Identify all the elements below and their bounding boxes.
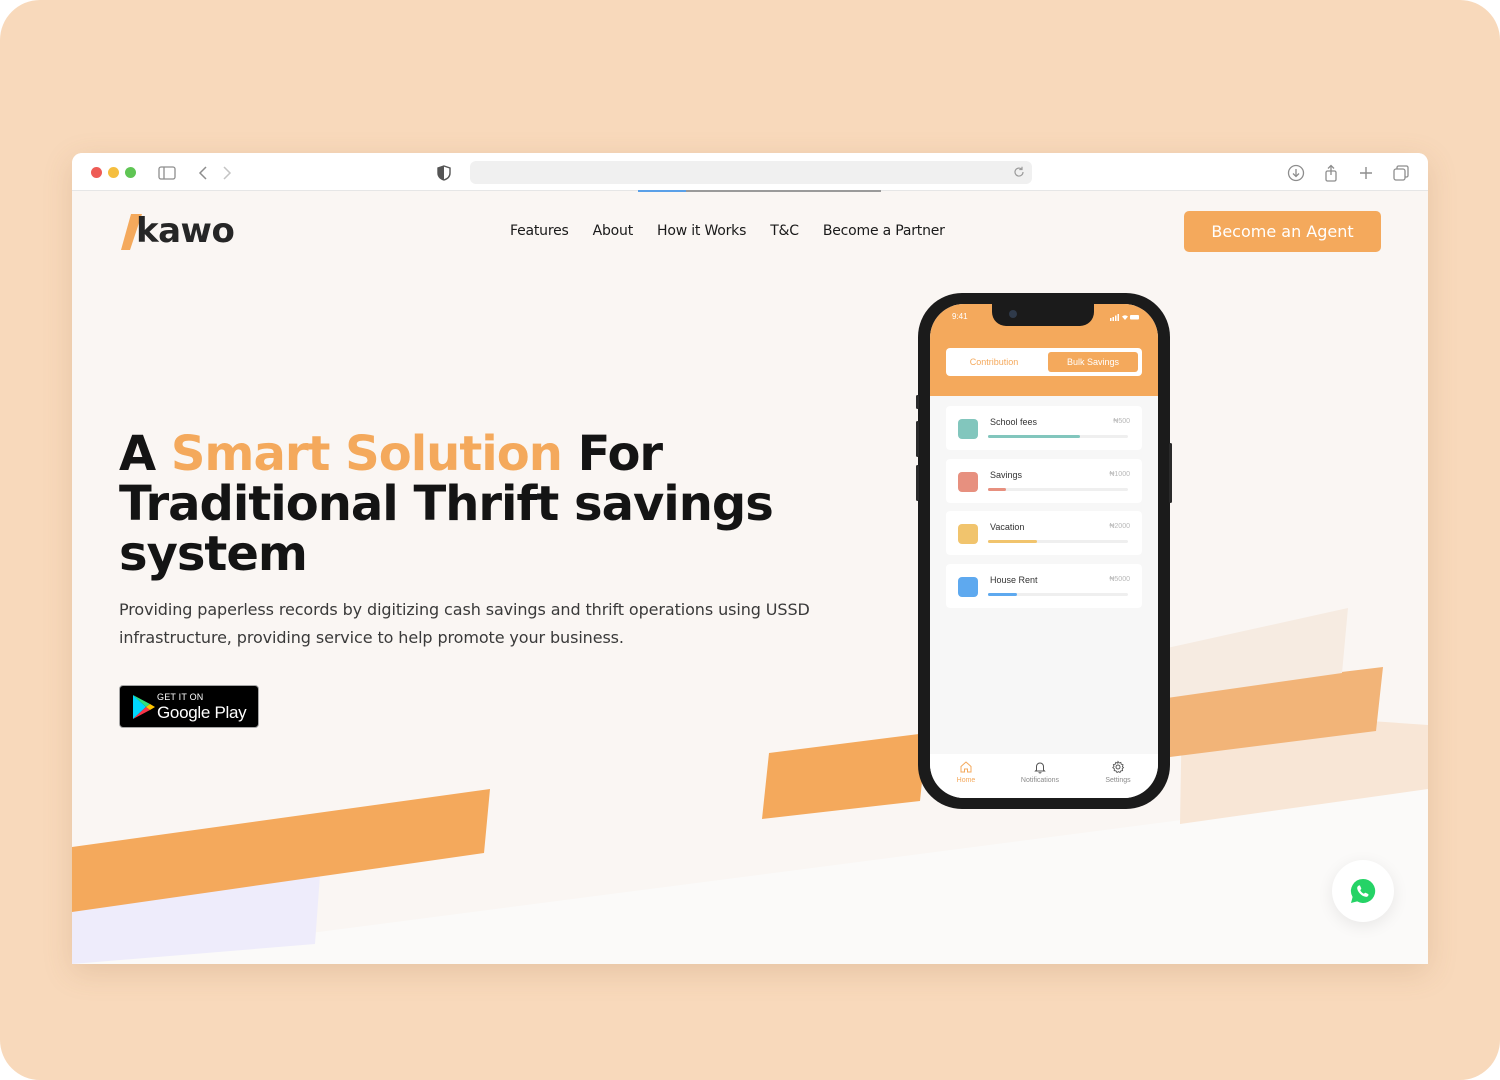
bottom-nav-settings[interactable]: Settings — [1088, 760, 1148, 784]
bottom-nav-home[interactable]: Home — [936, 760, 996, 784]
new-tab-icon[interactable] — [1356, 163, 1376, 183]
bell-icon — [1034, 762, 1046, 774]
phone-screen: 9:41 Contribution Bulk Savings School fe… — [930, 304, 1158, 798]
goal-color-icon — [958, 472, 978, 492]
goal-progress-fill — [988, 593, 1018, 596]
browser-window: kawo Features About How it Works T&C Bec… — [72, 153, 1428, 964]
hero-title-accent: Smart Solution — [170, 426, 563, 482]
download-icon[interactable] — [1286, 163, 1306, 183]
google-play-badge[interactable]: GET IT ON Google Play — [119, 685, 259, 728]
goal-progress-fill — [988, 540, 1037, 543]
logo-text: kawo — [136, 211, 235, 251]
goal-name: Vacation — [990, 522, 1025, 532]
goal-amount: ₦1000 — [1109, 471, 1130, 478]
app-header: 9:41 Contribution Bulk Savings — [930, 304, 1158, 396]
hero-title: A Smart Solution For Traditional Thrift … — [119, 429, 819, 579]
goal-color-icon — [958, 524, 978, 544]
nav-link-terms[interactable]: T&C — [770, 223, 799, 243]
goal-progress-track — [988, 435, 1128, 438]
savings-type-toggle: Contribution Bulk Savings — [946, 348, 1142, 376]
savings-goal-list: School fees ₦500 Savings ₦1000 Vacation … — [930, 396, 1158, 754]
forward-icon[interactable] — [216, 163, 236, 183]
store-badge-small-text: GET IT ON — [157, 692, 204, 702]
goal-card-house-rent[interactable]: House Rent ₦5000 — [946, 564, 1142, 608]
bottom-nav-label: Home — [956, 777, 976, 784]
goal-color-icon — [958, 419, 978, 439]
sidebar-icon[interactable] — [157, 163, 177, 183]
goal-progress-track — [988, 593, 1128, 596]
goal-name: Savings — [990, 470, 1023, 480]
shield-icon[interactable] — [434, 163, 454, 183]
become-agent-button[interactable]: Become an Agent — [1184, 211, 1381, 252]
tab-contribution[interactable]: Contribution — [950, 352, 1038, 372]
phone-mockup: 9:41 Contribution Bulk Savings School fe… — [916, 293, 1172, 809]
backdrop: kawo Features About How it Works T&C Bec… — [0, 0, 1500, 1080]
store-badge-store-name: Google Play — [157, 703, 247, 722]
status-bar-icons — [1110, 314, 1139, 321]
goal-name: House Rent — [990, 575, 1038, 585]
back-icon[interactable] — [194, 163, 214, 183]
bottom-nav-notifications[interactable]: Notifications — [1010, 760, 1070, 784]
home-icon — [960, 761, 972, 773]
status-time: 9:41 — [952, 312, 968, 321]
goal-card-vacation[interactable]: Vacation ₦2000 — [946, 511, 1142, 555]
goal-progress-fill — [988, 435, 1081, 438]
nav-link-become-partner[interactable]: Become a Partner — [823, 223, 945, 243]
goal-amount: ₦500 — [1113, 418, 1130, 425]
phone-notch — [992, 304, 1094, 326]
tab-bulk-savings[interactable]: Bulk Savings — [1048, 352, 1138, 372]
bottom-nav-label: Settings — [1105, 777, 1131, 784]
minimize-window-button[interactable] — [108, 167, 119, 178]
goal-progress-fill — [988, 488, 1007, 491]
goal-card-savings[interactable]: Savings ₦1000 — [946, 459, 1142, 503]
whatsapp-chat-button[interactable] — [1332, 860, 1394, 922]
hero-subtitle: Providing paperless records by digitizin… — [119, 600, 810, 647]
nav-link-about[interactable]: About — [593, 223, 634, 243]
close-window-button[interactable] — [91, 167, 102, 178]
nav-link-features[interactable]: Features — [510, 223, 569, 243]
main-nav: Features About How it Works T&C Become a… — [510, 223, 945, 243]
whatsapp-icon — [1350, 878, 1376, 903]
browser-toolbar — [72, 153, 1428, 192]
google-play-icon — [133, 695, 155, 719]
address-bar[interactable] — [470, 161, 1032, 184]
goal-card-school-fees[interactable]: School fees ₦500 — [946, 406, 1142, 450]
nav-link-how-it-works[interactable]: How it Works — [657, 223, 746, 243]
goal-amount: ₦5000 — [1109, 576, 1130, 583]
hero-title-prefix: A — [119, 426, 171, 482]
app-bottom-nav: Home Notifications Settings — [930, 754, 1158, 798]
goal-progress-track — [988, 488, 1128, 491]
tabs-overview-icon[interactable] — [1391, 163, 1411, 183]
reload-icon[interactable] — [1012, 165, 1026, 179]
goal-amount: ₦2000 — [1109, 523, 1130, 530]
zoom-window-button[interactable] — [125, 167, 136, 178]
page-load-progress — [638, 190, 881, 192]
bottom-nav-label: Notifications — [1020, 777, 1060, 784]
goal-name: School fees — [990, 417, 1038, 427]
goal-color-icon — [958, 577, 978, 597]
orange-band-center — [762, 733, 927, 819]
gear-icon — [1112, 760, 1125, 774]
logo[interactable]: kawo — [120, 209, 252, 255]
share-icon[interactable] — [1321, 163, 1341, 183]
goal-progress-track — [988, 540, 1128, 543]
